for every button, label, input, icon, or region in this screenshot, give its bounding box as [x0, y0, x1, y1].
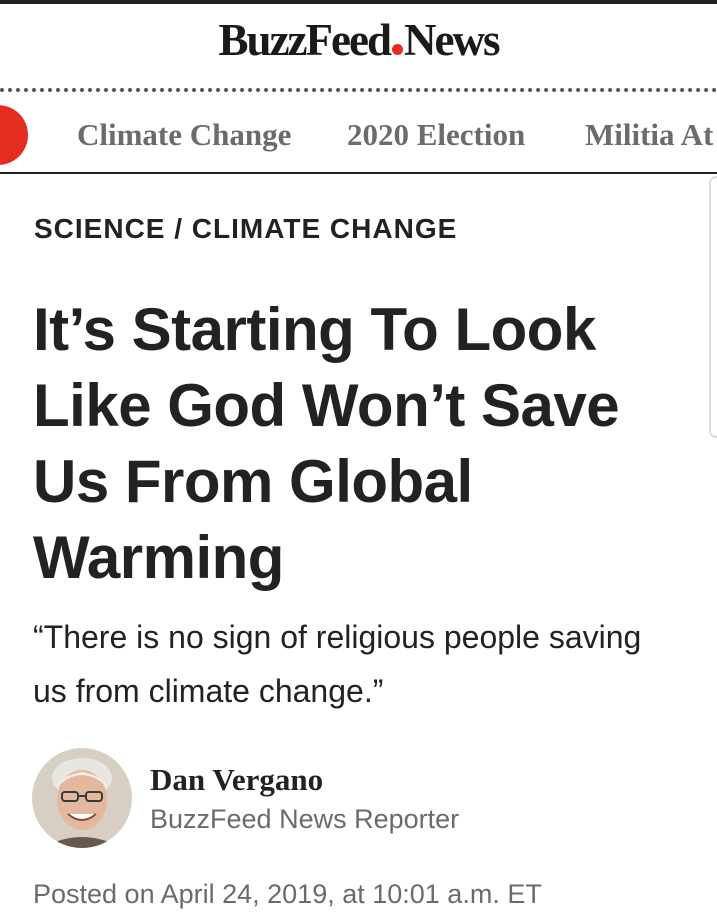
posted-timestamp: Posted on April 24, 2019, at 10:01 a.m. … [33, 879, 542, 909]
nav-item-2020-election[interactable]: 2020 Election [347, 117, 525, 153]
author-role: BuzzFeed News Reporter [150, 804, 460, 834]
menu-dot-icon[interactable] [0, 105, 28, 165]
author-name[interactable]: Dan Vergano [150, 762, 323, 798]
author-photo-icon [32, 748, 132, 848]
article-headline: It’s Starting To Look Like God Won’t Sav… [33, 296, 620, 591]
logo-dot-icon [391, 44, 403, 55]
nav-item-climate-change[interactable]: Climate Change [77, 117, 291, 153]
logo-buzzfeed: BuzzFeed [218, 15, 392, 65]
nav-divider [0, 172, 717, 174]
dotted-divider [0, 88, 717, 92]
side-panel-edge [709, 176, 717, 438]
logo-news: News [403, 15, 500, 65]
article-kicker[interactable]: SCIENCE / CLIMATE CHANGE [34, 213, 457, 245]
site-logo[interactable]: BuzzFeed News [0, 14, 717, 66]
article-dek: “There is no sign of religious people sa… [33, 619, 642, 709]
top-rule [0, 0, 717, 4]
author-avatar[interactable] [32, 748, 132, 848]
topic-nav: Climate Change 2020 Election Militia At [0, 95, 717, 173]
nav-item-militia[interactable]: Militia At [585, 117, 713, 153]
